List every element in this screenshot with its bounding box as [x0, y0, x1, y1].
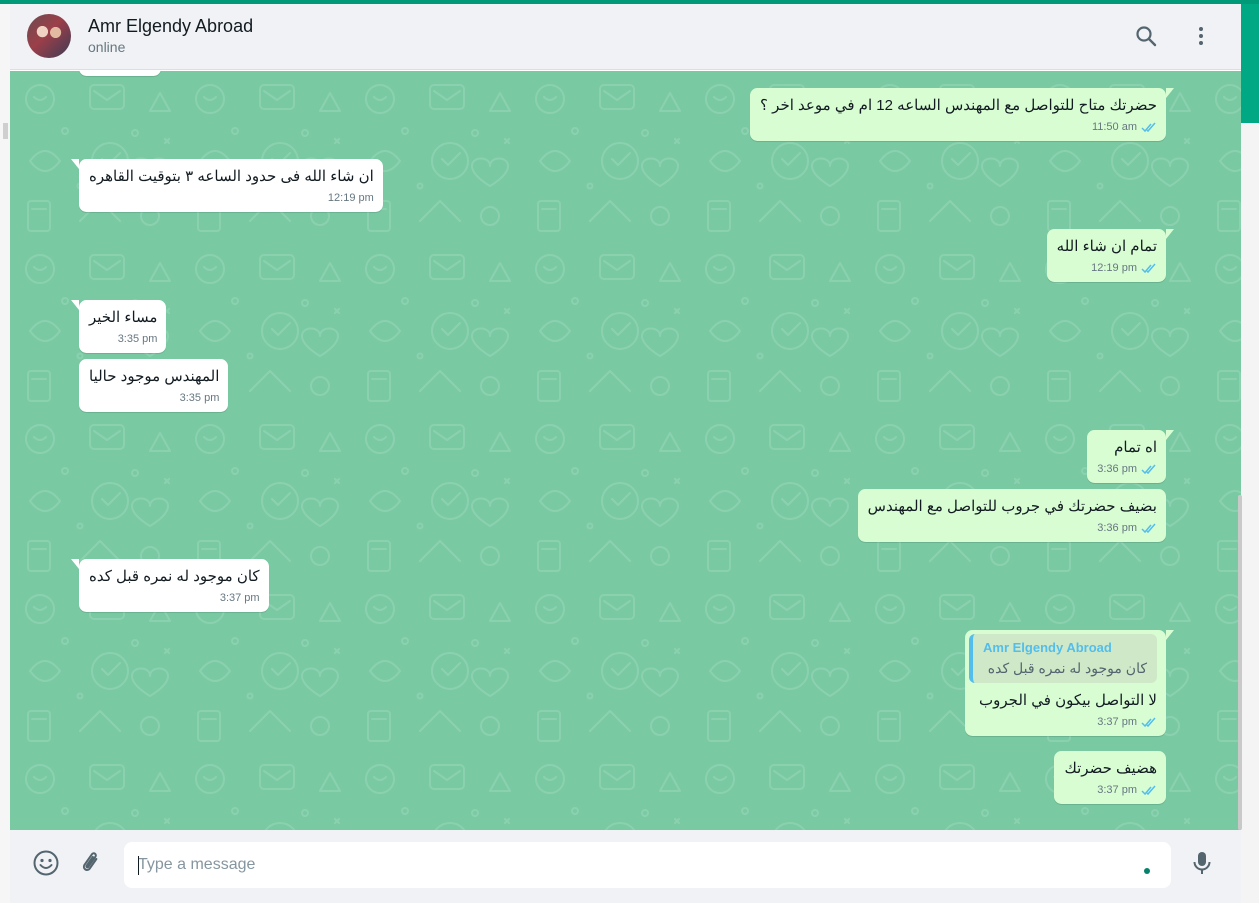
status-dot	[1144, 868, 1150, 874]
message-input[interactable]	[138, 842, 1118, 888]
message-time: 3:37 pm	[1097, 784, 1137, 796]
chat-header: Amr Elgendy Abroad online	[10, 4, 1241, 70]
message-bubble-outgoing[interactable]: تمام ان شاء الله 12:19 pm	[1046, 229, 1174, 282]
attach-icon[interactable]	[76, 848, 106, 878]
message-bubble-incoming[interactable]: كان موجود له نمره قبل كده 3:37 pm	[71, 559, 269, 612]
message-text: لا التواصل بيكون في الجروب	[979, 692, 1157, 709]
message-bubble-outgoing[interactable]: حضرتك متاح للتواصل مع المهندس الساعه 12 …	[750, 88, 1174, 141]
message-bubble-outgoing[interactable]: هضيف حضرتك 3:37 pm	[1054, 751, 1166, 804]
menu-icon[interactable]	[1187, 22, 1215, 50]
message-text: تمام ان شاء الله	[1056, 238, 1157, 255]
message-text: حضرتك متاح للتواصل مع المهندس الساعه 12 …	[760, 97, 1157, 114]
contact-status: online	[88, 39, 126, 55]
double-check-icon	[1141, 122, 1156, 132]
left-edge-marker	[3, 123, 8, 139]
message-time: 11:50 am	[1091, 121, 1137, 133]
message-text: هضيف حضرتك	[1064, 760, 1157, 777]
message-bubble-outgoing[interactable]: اه تمام 3:36 pm	[1087, 430, 1174, 483]
double-check-icon	[1141, 523, 1156, 533]
quoted-text: كان موجود له نمره قبل كده	[987, 660, 1147, 676]
message-text: كان موجود له نمره قبل كده	[89, 568, 260, 585]
text-caret	[138, 856, 139, 875]
double-check-icon	[1141, 717, 1156, 727]
message-time: 3:35 pm	[117, 333, 158, 345]
contact-name[interactable]: Amr Elgendy Abroad	[88, 16, 253, 37]
mic-icon[interactable]	[1187, 848, 1217, 878]
bubble-tail	[1166, 630, 1174, 640]
message-time: 3:36 pm	[1097, 463, 1137, 475]
search-icon[interactable]	[1132, 22, 1160, 50]
bubble-tail	[71, 159, 79, 169]
double-check-icon	[1141, 263, 1156, 273]
chat-scrollbar-thumb[interactable]	[1238, 495, 1242, 830]
message-time: 3:37 pm	[219, 592, 260, 604]
message-bubble-outgoing-reply[interactable]: Amr Elgendy Abroad كان موجود له نمره قبل…	[965, 630, 1174, 736]
message-bubble-incoming[interactable]: مساء الخير 3:35 pm	[71, 300, 167, 353]
double-check-icon	[1141, 464, 1156, 474]
message-bubble-incoming[interactable]: ان شاء الله فى حدود الساعه ٣ بتوقيت القا…	[71, 159, 383, 212]
double-check-icon	[1141, 785, 1156, 795]
bubble-tail	[71, 300, 79, 310]
bubble-tail	[1166, 229, 1174, 239]
message-bubble-outgoing[interactable]: بضيف حضرتك في جروب للتواصل مع المهندس 3:…	[857, 489, 1166, 542]
message-text: المهندس موجود حاليا	[89, 368, 220, 385]
message-text: مساء الخير	[89, 309, 158, 326]
chat-messages-pane[interactable]: حضرتك متاح للتواصل مع المهندس الساعه 12 …	[10, 71, 1241, 830]
message-bubble-partial[interactable]	[79, 71, 161, 76]
message-time: 3:36 pm	[1097, 522, 1137, 534]
message-composer	[10, 830, 1241, 903]
bubble-tail	[1166, 430, 1174, 440]
message-time: 12:19 pm	[327, 192, 374, 204]
message-time: 12:19 pm	[1091, 262, 1137, 274]
message-time: 3:35 pm	[179, 392, 220, 404]
side-accent-strip	[1241, 4, 1259, 123]
emoji-icon[interactable]	[31, 848, 61, 878]
contact-avatar[interactable]	[27, 14, 71, 58]
message-text: اه تمام	[1114, 439, 1157, 456]
quoted-author: Amr Elgendy Abroad	[983, 640, 1112, 655]
quoted-message[interactable]: Amr Elgendy Abroad كان موجود له نمره قبل…	[969, 634, 1157, 683]
page-scrollbar-track	[1241, 123, 1259, 903]
bubble-tail	[1166, 88, 1174, 98]
message-input-box[interactable]	[124, 842, 1171, 888]
message-text: ان شاء الله فى حدود الساعه ٣ بتوقيت القا…	[89, 168, 374, 185]
bubble-tail	[71, 559, 79, 569]
message-text: بضيف حضرتك في جروب للتواصل مع المهندس	[867, 498, 1157, 515]
message-time: 3:37 pm	[1097, 716, 1137, 728]
message-bubble-incoming[interactable]: المهندس موجود حاليا 3:35 pm	[79, 359, 229, 412]
